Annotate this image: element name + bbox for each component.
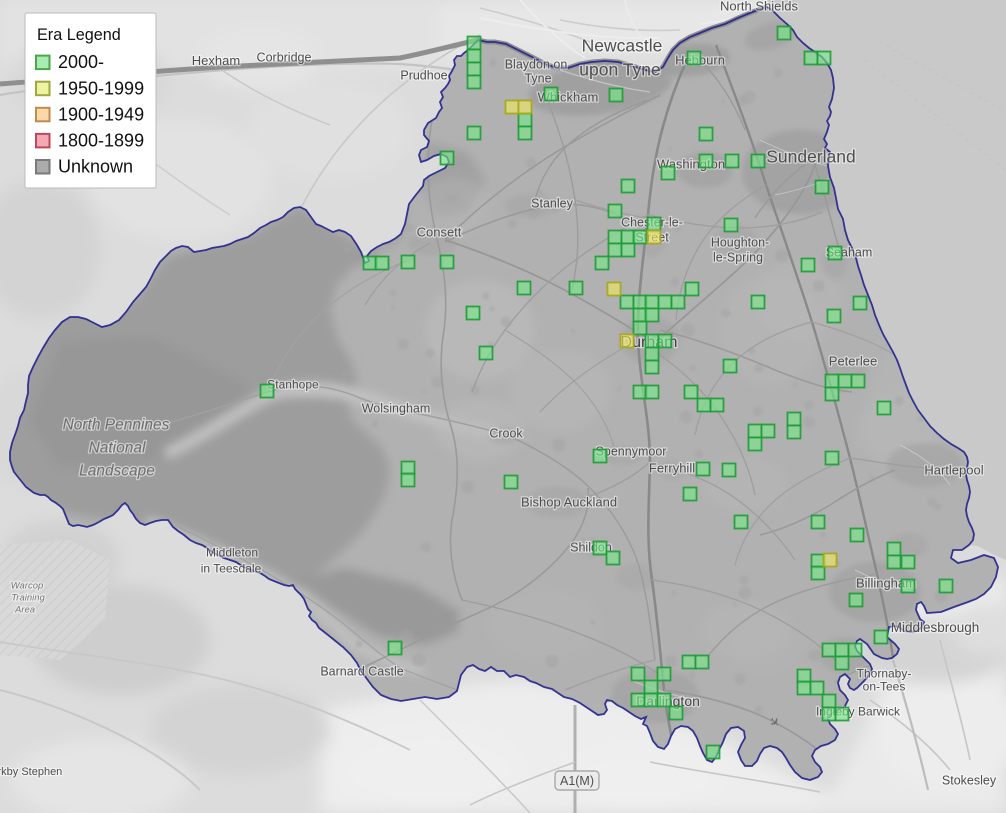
svg-text:Peterlee: Peterlee (829, 354, 877, 369)
svg-text:upon Tyne: upon Tyne (579, 59, 660, 79)
svg-text:1900-1949: 1900-1949 (58, 104, 144, 124)
svg-text:Middleton: Middleton (206, 545, 258, 559)
svg-text:Barnard Castle: Barnard Castle (320, 665, 403, 679)
svg-text:Corbridge: Corbridge (257, 51, 312, 65)
svg-text:Stokesley: Stokesley (942, 774, 997, 788)
svg-text:Era Legend: Era Legend (37, 26, 121, 44)
svg-text:1950-1999: 1950-1999 (58, 78, 144, 98)
svg-text:Kirkby Stephen: Kirkby Stephen (0, 766, 62, 778)
svg-text:Newcastle: Newcastle (582, 35, 663, 55)
svg-text:Consett: Consett (417, 225, 462, 240)
svg-text:Landscape: Landscape (79, 463, 155, 480)
svg-text:Ferryhill: Ferryhill (649, 461, 695, 476)
svg-text:Wolsingham: Wolsingham (362, 402, 431, 416)
svg-text:1800-1899: 1800-1899 (58, 131, 144, 151)
svg-text:Hexham: Hexham (192, 53, 240, 68)
svg-text:North Shields: North Shields (720, 0, 799, 14)
svg-text:Warcop: Warcop (11, 580, 44, 591)
svg-text:Hartlepool: Hartlepool (924, 463, 983, 478)
svg-text:Blaydon on: Blaydon on (505, 58, 568, 72)
svg-text:le-Spring: le-Spring (713, 251, 763, 265)
svg-text:A1(M): A1(M) (560, 774, 594, 788)
svg-text:Houghton-: Houghton- (711, 236, 769, 250)
svg-text:Training: Training (11, 592, 45, 603)
svg-text:in Teesdale: in Teesdale (201, 561, 262, 575)
svg-text:Crook: Crook (489, 427, 523, 441)
svg-text:Stanhope: Stanhope (267, 377, 319, 391)
svg-text:North Pennines: North Pennines (63, 417, 170, 434)
svg-text:Stanley: Stanley (531, 197, 573, 211)
svg-text:Area: Area (14, 604, 35, 615)
svg-text:Prudhoe: Prudhoe (400, 69, 447, 83)
svg-text:Tyne: Tyne (524, 72, 551, 86)
svg-text:2000-: 2000- (58, 52, 104, 72)
svg-text:Middlesbrough: Middlesbrough (891, 620, 980, 635)
svg-text:Thornaby-: Thornaby- (857, 666, 912, 680)
svg-text:Bishop Auckland: Bishop Auckland (521, 495, 617, 510)
svg-text:Sunderland: Sunderland (766, 146, 856, 166)
svg-text:National: National (89, 440, 146, 457)
svg-text:Unknown: Unknown (58, 157, 133, 177)
svg-text:on-Tees: on-Tees (863, 679, 906, 693)
